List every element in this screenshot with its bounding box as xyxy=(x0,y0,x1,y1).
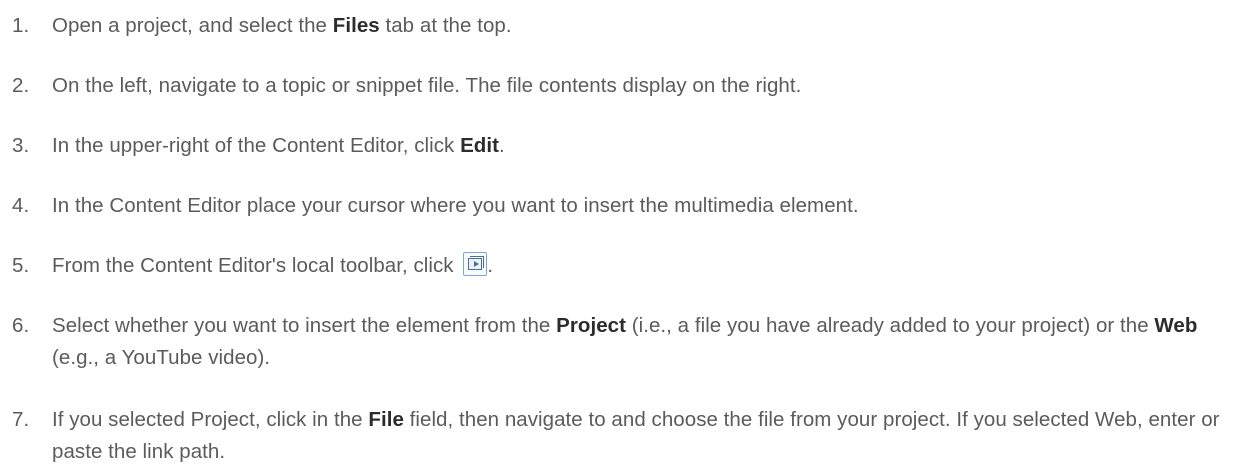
step-6: 6. Select whether you want to insert the… xyxy=(12,310,1244,374)
step-text: Select whether you want to insert the el… xyxy=(52,310,1244,374)
step-text: In the upper-right of the Content Editor… xyxy=(52,130,1244,162)
step-number: 5. xyxy=(12,254,30,277)
stacked-media-icon xyxy=(470,256,485,268)
step-text: From the Content Editor's local toolbar,… xyxy=(52,250,1244,282)
insert-multimedia-icon xyxy=(463,252,488,276)
step-number: 3. xyxy=(12,134,30,157)
file-field-label: File xyxy=(368,408,404,431)
files-tab-label: Files xyxy=(332,14,380,37)
step-number: 6. xyxy=(12,314,30,337)
step-1: 1. Open a project, and select the Files … xyxy=(12,10,1244,42)
step-text-part: From the Content Editor's local toolbar,… xyxy=(52,254,460,277)
step-number: 4. xyxy=(12,194,30,217)
step-text: Open a project, and select the Files tab… xyxy=(52,10,1244,42)
edit-button-label: Edit xyxy=(460,134,499,157)
step-4: 4. In the Content Editor place your curs… xyxy=(12,190,1244,222)
project-option-label: Project xyxy=(556,314,626,337)
step-text-part: tab at the top. xyxy=(379,14,512,37)
step-number: 1. xyxy=(12,14,30,37)
step-text-part: (i.e., a file you have already added to … xyxy=(625,314,1155,337)
web-option-label: Web xyxy=(1154,314,1198,337)
step-text: In the Content Editor place your cursor … xyxy=(52,194,859,217)
step-text-part: . xyxy=(487,254,494,277)
step-text: On the left, navigate to a topic or snip… xyxy=(52,74,802,97)
step-7: 7. If you selected Project, click in the… xyxy=(12,404,1244,468)
step-text-part: If you selected Project, click in the xyxy=(52,408,369,431)
step-text-part: (e.g., a YouTube video). xyxy=(52,346,271,369)
step-number: 2. xyxy=(12,74,30,97)
step-text-part: In the upper-right of the Content Editor… xyxy=(52,134,461,157)
step-text-part: . xyxy=(499,134,505,157)
step-3: 3. In the upper-right of the Content Edi… xyxy=(12,130,1244,162)
step-number: 7. xyxy=(12,408,30,431)
step-2: 2. On the left, navigate to a topic or s… xyxy=(12,70,1244,102)
step-5: 5. From the Content Editor's local toolb… xyxy=(12,250,1244,282)
step-text: If you selected Project, click in the Fi… xyxy=(52,404,1244,468)
step-text-part: Open a project, and select the xyxy=(52,14,333,37)
step-text-part: Select whether you want to insert the el… xyxy=(52,314,557,337)
